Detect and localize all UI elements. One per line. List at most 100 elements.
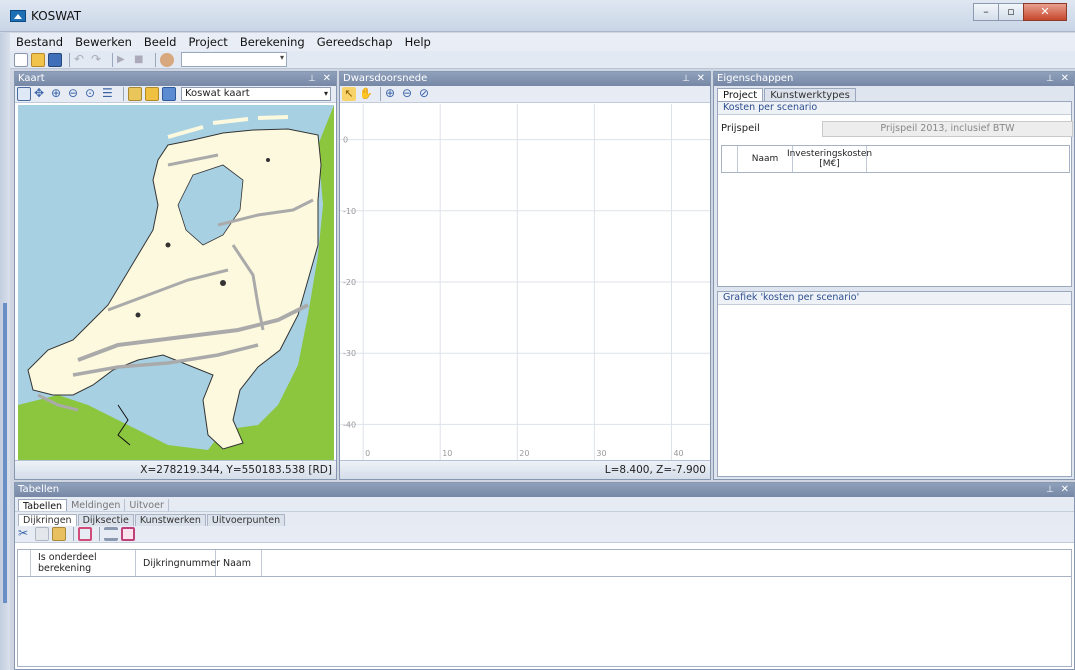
undo-icon[interactable]: ↶ <box>74 52 88 67</box>
pin-icon[interactable]: ⊥ <box>308 72 316 86</box>
netherlands-map <box>18 105 334 460</box>
export-table-icon[interactable] <box>121 527 135 541</box>
x-tick-label: 40 <box>673 449 683 458</box>
paste-icon[interactable] <box>52 527 66 541</box>
play-icon[interactable]: ▶ <box>117 53 131 67</box>
pin-icon[interactable]: ⊥ <box>682 72 690 86</box>
minimize-button[interactable]: – <box>973 3 999 21</box>
cut-icon[interactable]: ✂ <box>18 527 32 541</box>
tab-kunstwerken[interactable]: Kunstwerken <box>134 514 206 526</box>
cross-section-plot: 0 10 20 30 40 0 -10 -20 -30 -40 <box>340 104 710 460</box>
y-tick-label: -10 <box>343 207 356 216</box>
table-header: Is onderdeel berekening Dijkringnummer N… <box>18 550 1071 577</box>
eigen-panel-title: Eigenschappen <box>717 73 794 84</box>
col-investeringskosten[interactable]: Investeringskosten [M€] <box>787 146 872 172</box>
app-logo-icon <box>10 10 26 22</box>
new-file-icon[interactable] <box>14 52 28 67</box>
zoom-extent-icon[interactable] <box>17 87 31 101</box>
toolbar-combobox[interactable]: ▾ <box>181 52 287 67</box>
scenario-cost-grid-header: Naam Investeringskosten [M€] <box>721 145 1070 173</box>
y-tick-label: 0 <box>343 136 348 145</box>
map-coordinate-status: X=278219.344, Y=550183.538 [RD] <box>15 460 336 479</box>
tab-dijksectie[interactable]: Dijksectie <box>77 514 134 526</box>
x-tick-label: 0 <box>365 449 370 458</box>
kaart-panel-title: Kaart <box>18 73 45 84</box>
copy-icon[interactable] <box>35 527 49 541</box>
map-toolbar: ✥ ⊕ ⊖ ⊙ ☰ Koswat kaart ▾ <box>15 86 336 103</box>
tabellen-panel-header: Tabellen ⊥ ✕ <box>15 483 1074 497</box>
pin-icon[interactable]: ⊥ <box>1046 483 1054 497</box>
dwars-panel-title: Dwarsdoorsnede <box>343 73 428 84</box>
menu-bewerken[interactable]: Bewerken <box>69 35 138 49</box>
close-icon: ✕ <box>1040 5 1050 18</box>
cross-section-status: L=8.400, Z=-7.900 <box>340 460 710 479</box>
add-layer-icon[interactable] <box>128 87 142 101</box>
chart-toolbar: ↖ ✋ ⊕ ⊖ ⊘ <box>340 86 710 103</box>
zoom-out-icon[interactable]: ⊖ <box>402 87 416 101</box>
x-tick-label: 20 <box>519 449 529 458</box>
tabellen-panel: Tabellen ⊥ ✕ Tabellen Meldingen Uitvoer … <box>14 482 1075 670</box>
kaart-panel-header: Kaart ⊥ ✕ <box>15 72 336 86</box>
close-icon[interactable]: ✕ <box>697 72 705 86</box>
dwars-panel-header: Dwarsdoorsnede ⊥ ✕ <box>340 72 710 86</box>
menu-berekening[interactable]: Berekening <box>234 35 311 49</box>
toolbar-separator <box>155 52 156 67</box>
col-dijkringnummer[interactable]: Dijkringnummer <box>136 550 220 576</box>
cross-section-chart[interactable]: 0 10 20 30 40 0 -10 -20 -30 -40 <box>340 104 710 460</box>
layer-folder-icon[interactable] <box>145 87 159 101</box>
save-icon[interactable] <box>48 52 62 67</box>
zoom-rect-icon[interactable]: ⊘ <box>419 87 433 101</box>
zoom-previous-icon[interactable]: ⊙ <box>85 87 99 101</box>
open-folder-icon[interactable] <box>31 52 45 67</box>
main-toolbar: ↶ ↷ ▶ ■ ▾ <box>10 51 1075 69</box>
map-canvas[interactable] <box>18 105 334 460</box>
pan-icon[interactable]: ✥ <box>34 87 48 101</box>
col-kosten-line2: [M€] <box>819 159 840 169</box>
tab-meldingen[interactable]: Meldingen <box>67 499 126 511</box>
pan-hand-icon[interactable]: ✋ <box>359 87 373 101</box>
menu-bar: Bestand Bewerken Beeld Project Berekenin… <box>10 33 1075 51</box>
tab-uitvoer[interactable]: Uitvoer <box>125 499 169 511</box>
zoom-in-icon[interactable]: ⊕ <box>51 87 65 101</box>
map-layer-select[interactable]: Koswat kaart ▾ <box>181 87 331 101</box>
menu-beeld[interactable]: Beeld <box>138 35 183 49</box>
select-rows-icon[interactable] <box>104 527 118 541</box>
chevron-down-icon: ▾ <box>323 89 328 98</box>
zoom-in-icon[interactable]: ⊕ <box>385 87 399 101</box>
table-toolbar: ✂ <box>15 526 1074 543</box>
close-icon[interactable]: ✕ <box>323 72 331 86</box>
prijspeil-label: Prijspeil <box>721 123 760 134</box>
col-naam[interactable]: Naam <box>216 550 262 576</box>
menu-help[interactable]: Help <box>399 35 437 49</box>
zoom-out-icon[interactable]: ⊖ <box>68 87 82 101</box>
pin-icon[interactable]: ⊥ <box>1046 72 1054 86</box>
close-button[interactable]: ✕ <box>1023 3 1067 21</box>
delete-row-icon[interactable] <box>78 527 92 541</box>
row-selector-header <box>722 146 738 172</box>
tab-tabellen[interactable]: Tabellen <box>18 499 68 512</box>
toolbar-separator <box>380 87 381 101</box>
tab-dijkringen[interactable]: Dijkringen <box>18 514 77 526</box>
menu-gereedschap[interactable]: Gereedschap <box>311 35 399 49</box>
col-is-onderdeel[interactable]: Is onderdeel berekening <box>31 550 136 576</box>
tab-uitvoerpunten[interactable]: Uitvoerpunten <box>206 514 286 526</box>
redo-icon[interactable]: ↷ <box>91 52 105 67</box>
stop-icon[interactable]: ■ <box>134 53 148 67</box>
close-icon[interactable]: ✕ <box>1061 72 1069 86</box>
maximize-button[interactable]: ▫ <box>998 3 1024 21</box>
menu-project[interactable]: Project <box>182 35 233 49</box>
select-pointer-icon[interactable]: ↖ <box>342 87 356 101</box>
toolbar-separator <box>123 87 124 101</box>
toolbar-separator <box>99 527 100 541</box>
row-selector-header <box>18 550 31 576</box>
export-map-icon[interactable] <box>162 87 176 101</box>
col-naam[interactable]: Naam <box>738 146 793 172</box>
window-titlebar: KOSWAT – ▫ ✕ <box>0 0 1075 32</box>
legend-icon[interactable]: ☰ <box>102 87 116 101</box>
table-subtabs: Dijkringen Dijksectie Kunstwerken Uitvoe… <box>15 512 1074 526</box>
calculate-icon[interactable] <box>160 52 174 67</box>
group-header-grafiek: Grafiek 'kosten per scenario' <box>718 292 1071 305</box>
close-icon[interactable]: ✕ <box>1061 483 1069 497</box>
toolbar-separator <box>73 527 74 541</box>
menu-bestand[interactable]: Bestand <box>10 35 69 49</box>
